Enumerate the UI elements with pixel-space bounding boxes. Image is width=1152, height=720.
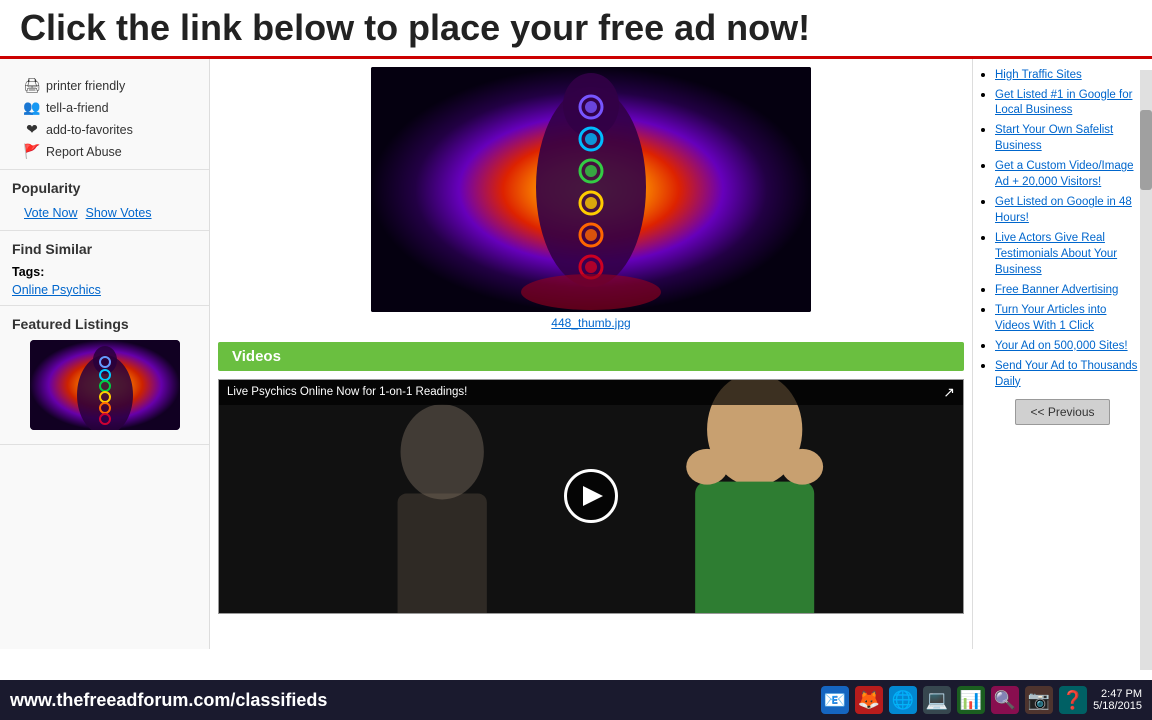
find-similar-section: Find Similar Tags: Online Psychics <box>0 235 209 306</box>
high-traffic-link[interactable]: High Traffic Sites <box>995 69 1082 81</box>
heart-icon: ❤ <box>24 122 40 138</box>
taskbar-icon-4[interactable]: 💻 <box>923 686 951 714</box>
taskbar-icon-7[interactable]: 📷 <box>1025 686 1053 714</box>
site-url[interactable]: www.thefreeadforum.com/classifieds <box>10 690 327 711</box>
taskbar-icons: 📧 🦊 🌐 💻 📊 🔍 📷 ❓ 2:47 PM 5/18/2015 <box>821 686 1142 714</box>
taskbar-icon-8[interactable]: ❓ <box>1059 686 1087 714</box>
find-similar-title: Find Similar <box>12 241 197 257</box>
popularity-links: Vote Now Show Votes <box>12 202 197 224</box>
banner-advertising-link[interactable]: Free Banner Advertising <box>995 284 1118 296</box>
image-caption[interactable]: 448_thumb.jpg <box>551 316 630 330</box>
featured-image[interactable] <box>30 340 180 430</box>
safelist-link[interactable]: Start Your Own Safelist Business <box>995 124 1113 152</box>
right-list-item: Free Banner Advertising <box>995 282 1144 298</box>
video-top-bar: Live Psychics Online Now for 1-on-1 Read… <box>219 380 963 405</box>
add-favorites-link[interactable]: ❤ add-to-favorites <box>12 119 197 141</box>
popularity-section: Popularity Vote Now Show Votes <box>0 174 209 231</box>
report-abuse-link[interactable]: 🚩 Report Abuse <box>12 141 197 163</box>
banner-text: Click the link below to place your free … <box>20 7 810 48</box>
play-icon <box>583 486 603 506</box>
video-container[interactable]: Live Psychics Online Now for 1-on-1 Read… <box>218 379 964 614</box>
scrollbar-thumb[interactable] <box>1140 110 1152 190</box>
taskbar-icon-3[interactable]: 🌐 <box>889 686 917 714</box>
featured-listings-title: Featured Listings <box>12 316 197 332</box>
chakra-image-svg <box>371 67 811 312</box>
right-list-item: Live Actors Give Real Testimonials About… <box>995 230 1144 278</box>
play-button[interactable] <box>564 469 618 523</box>
left-sidebar: 🖨 printer friendly 👥 tell-a-friend ❤ add… <box>0 59 210 649</box>
tags-label: Tags: <box>12 265 197 279</box>
thousands-daily-link[interactable]: Send Your Ad to Thousands Daily <box>995 360 1137 388</box>
right-list-item: Start Your Own Safelist Business <box>995 122 1144 154</box>
vote-now-link[interactable]: Vote Now <box>24 206 78 220</box>
online-psychics-tag[interactable]: Online Psychics <box>12 283 101 297</box>
center-content: 448_thumb.jpg Videos Live Psychics Onlin… <box>210 59 972 649</box>
bottom-taskbar: www.thefreeadforum.com/classifieds 📧 🦊 🌐… <box>0 680 1152 720</box>
share-icon[interactable]: ↗ <box>943 384 955 401</box>
show-votes-link[interactable]: Show Votes <box>86 206 152 220</box>
printer-friendly-link[interactable]: 🖨 printer friendly <box>12 75 197 97</box>
google-48-link[interactable]: Get Listed on Google in 48 Hours! <box>995 196 1132 224</box>
prev-button[interactable]: << Previous <box>1015 399 1109 425</box>
tell-friend-link[interactable]: 👥 tell-a-friend <box>12 97 197 119</box>
taskbar-icon-5[interactable]: 📊 <box>957 686 985 714</box>
live-actors-link[interactable]: Live Actors Give Real Testimonials About… <box>995 232 1117 276</box>
right-list-item: Get a Custom Video/Image Ad + 20,000 Vis… <box>995 158 1144 190</box>
right-links-list: High Traffic Sites Get Listed #1 in Goog… <box>981 67 1144 390</box>
taskbar-time: 2:47 PM 5/18/2015 <box>1093 688 1142 712</box>
featured-listings-section: Featured Listings <box>0 310 209 445</box>
people-icon: 👥 <box>24 100 40 116</box>
main-image <box>371 67 811 312</box>
utility-links: 🖨 printer friendly 👥 tell-a-friend ❤ add… <box>0 69 209 170</box>
right-sidebar: High Traffic Sites Get Listed #1 in Goog… <box>972 59 1152 649</box>
right-list-item: High Traffic Sites <box>995 67 1144 83</box>
right-list-item: Your Ad on 500,000 Sites! <box>995 338 1144 354</box>
printer-icon: 🖨 <box>24 78 40 94</box>
featured-image-svg <box>30 340 180 430</box>
custom-video-link[interactable]: Get a Custom Video/Image Ad + 20,000 Vis… <box>995 160 1134 188</box>
taskbar-icon-6[interactable]: 🔍 <box>991 686 1019 714</box>
taskbar-icon-2[interactable]: 🦊 <box>855 686 883 714</box>
right-list-item: Turn Your Articles into Videos With 1 Cl… <box>995 302 1144 334</box>
google-local-link[interactable]: Get Listed #1 in Google for Local Busine… <box>995 89 1132 117</box>
top-banner: Click the link below to place your free … <box>0 0 1152 59</box>
articles-video-link[interactable]: Turn Your Articles into Videos With 1 Cl… <box>995 304 1106 332</box>
popularity-title: Popularity <box>12 180 197 196</box>
right-list-item: Get Listed #1 in Google for Local Busine… <box>995 87 1144 119</box>
main-image-container: 448_thumb.jpg <box>210 59 972 338</box>
videos-header: Videos <box>218 342 964 371</box>
right-list-item: Get Listed on Google in 48 Hours! <box>995 194 1144 226</box>
video-play-area <box>219 380 963 613</box>
taskbar-icon-1[interactable]: 📧 <box>821 686 849 714</box>
right-list-item: Send Your Ad to Thousands Daily <box>995 358 1144 390</box>
page-scrollbar[interactable] <box>1140 70 1152 670</box>
500k-sites-link[interactable]: Your Ad on 500,000 Sites! <box>995 340 1128 352</box>
flag-icon: 🚩 <box>24 144 40 160</box>
video-label: Live Psychics Online Now for 1-on-1 Read… <box>227 386 467 398</box>
